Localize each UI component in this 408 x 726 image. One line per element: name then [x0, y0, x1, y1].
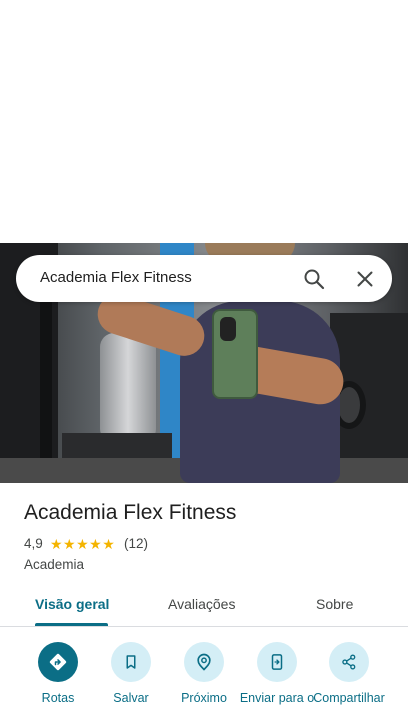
- send-to-phone-icon[interactable]: [257, 642, 297, 682]
- directions-button[interactable]: Rotas: [18, 642, 98, 726]
- share-icon[interactable]: [329, 642, 369, 682]
- nearby-label: Próximo: [181, 691, 227, 705]
- photo-phone-camera: [220, 317, 236, 341]
- directions-icon[interactable]: [38, 642, 78, 682]
- tab-divider: [0, 626, 408, 627]
- search-bar[interactable]: Academia Flex Fitness: [16, 255, 392, 302]
- tab-overview[interactable]: Visão geral: [35, 596, 109, 612]
- share-label: Compartilhar: [313, 691, 385, 705]
- search-icon[interactable]: [302, 267, 326, 291]
- bookmark-icon[interactable]: [111, 642, 151, 682]
- map-area[interactable]: [0, 0, 408, 243]
- send-to-phone-label: Enviar para o: [239, 691, 315, 705]
- tab-about[interactable]: Sobre: [316, 596, 353, 612]
- place-title: Academia Flex Fitness: [24, 501, 237, 524]
- photo-rack-left-bar: [40, 283, 52, 483]
- save-label: Salvar: [113, 691, 149, 705]
- search-input[interactable]: Academia Flex Fitness: [40, 269, 192, 286]
- tab-reviews[interactable]: Avaliações: [168, 596, 235, 612]
- photo-pad: [100, 333, 156, 443]
- save-button[interactable]: Salvar: [91, 642, 171, 726]
- directions-label: Rotas: [41, 691, 75, 705]
- nearby-button[interactable]: Próximo: [164, 642, 244, 726]
- close-icon[interactable]: [353, 267, 377, 291]
- send-to-phone-button[interactable]: Enviar para o: [237, 642, 317, 726]
- share-button[interactable]: Compartilhar: [309, 642, 389, 726]
- rating-value: 4,9: [24, 536, 43, 551]
- nearby-icon[interactable]: [184, 642, 224, 682]
- photo-phone: [212, 309, 258, 399]
- star-rating-icon: ★★★★★: [50, 536, 116, 552]
- review-count[interactable]: (12): [124, 536, 148, 551]
- place-category[interactable]: Academia: [24, 557, 84, 572]
